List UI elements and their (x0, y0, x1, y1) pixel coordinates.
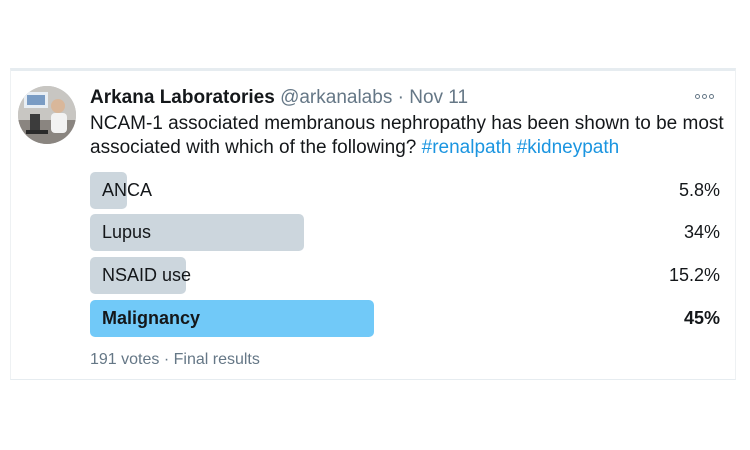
poll-option: Lupus 34% (90, 214, 720, 251)
poll-option-label: ANCA (102, 180, 153, 200)
more-options-icon[interactable] (692, 90, 716, 102)
poll-option: NSAID use 15.2% (90, 257, 720, 294)
tweet-header: Arkana Laboratories @arkanalabs · Nov 11 (90, 86, 468, 110)
header-separator: · (397, 87, 404, 108)
poll-option-percent: 5.8% (678, 180, 720, 200)
poll-status: Final results (173, 351, 260, 368)
poll-option-label: Malignancy (102, 308, 201, 328)
poll-option-percent: 34% (683, 222, 720, 242)
hashtag-link[interactable]: #kidneypath (517, 137, 619, 158)
poll-option-label: Lupus (102, 222, 152, 242)
poll-option-percent: 15.2% (668, 265, 720, 285)
poll-option-percent: 45% (683, 308, 720, 328)
tweet-text: NCAM-1 associated membranous nephropathy… (90, 112, 730, 160)
author-name[interactable]: Arkana Laboratories (90, 87, 275, 108)
author-handle[interactable]: @arkanalabs (280, 87, 392, 108)
poll-option: Malignancy 45% (90, 300, 720, 337)
tweet-date[interactable]: Nov 11 (409, 87, 468, 108)
profile-avatar[interactable] (18, 86, 76, 144)
tweet-body: NCAM-1 associated membranous nephropathy… (90, 113, 724, 158)
poll-option-label: NSAID use (102, 265, 192, 285)
vote-count: 191 votes (90, 351, 160, 368)
lab-photo-image (18, 86, 76, 144)
footer-separator: · (163, 351, 170, 368)
poll-footer: 191 votes · Final results (90, 351, 260, 369)
poll-option: ANCA 5.8% (90, 172, 720, 209)
hashtag-link[interactable]: #renalpath (422, 137, 512, 158)
